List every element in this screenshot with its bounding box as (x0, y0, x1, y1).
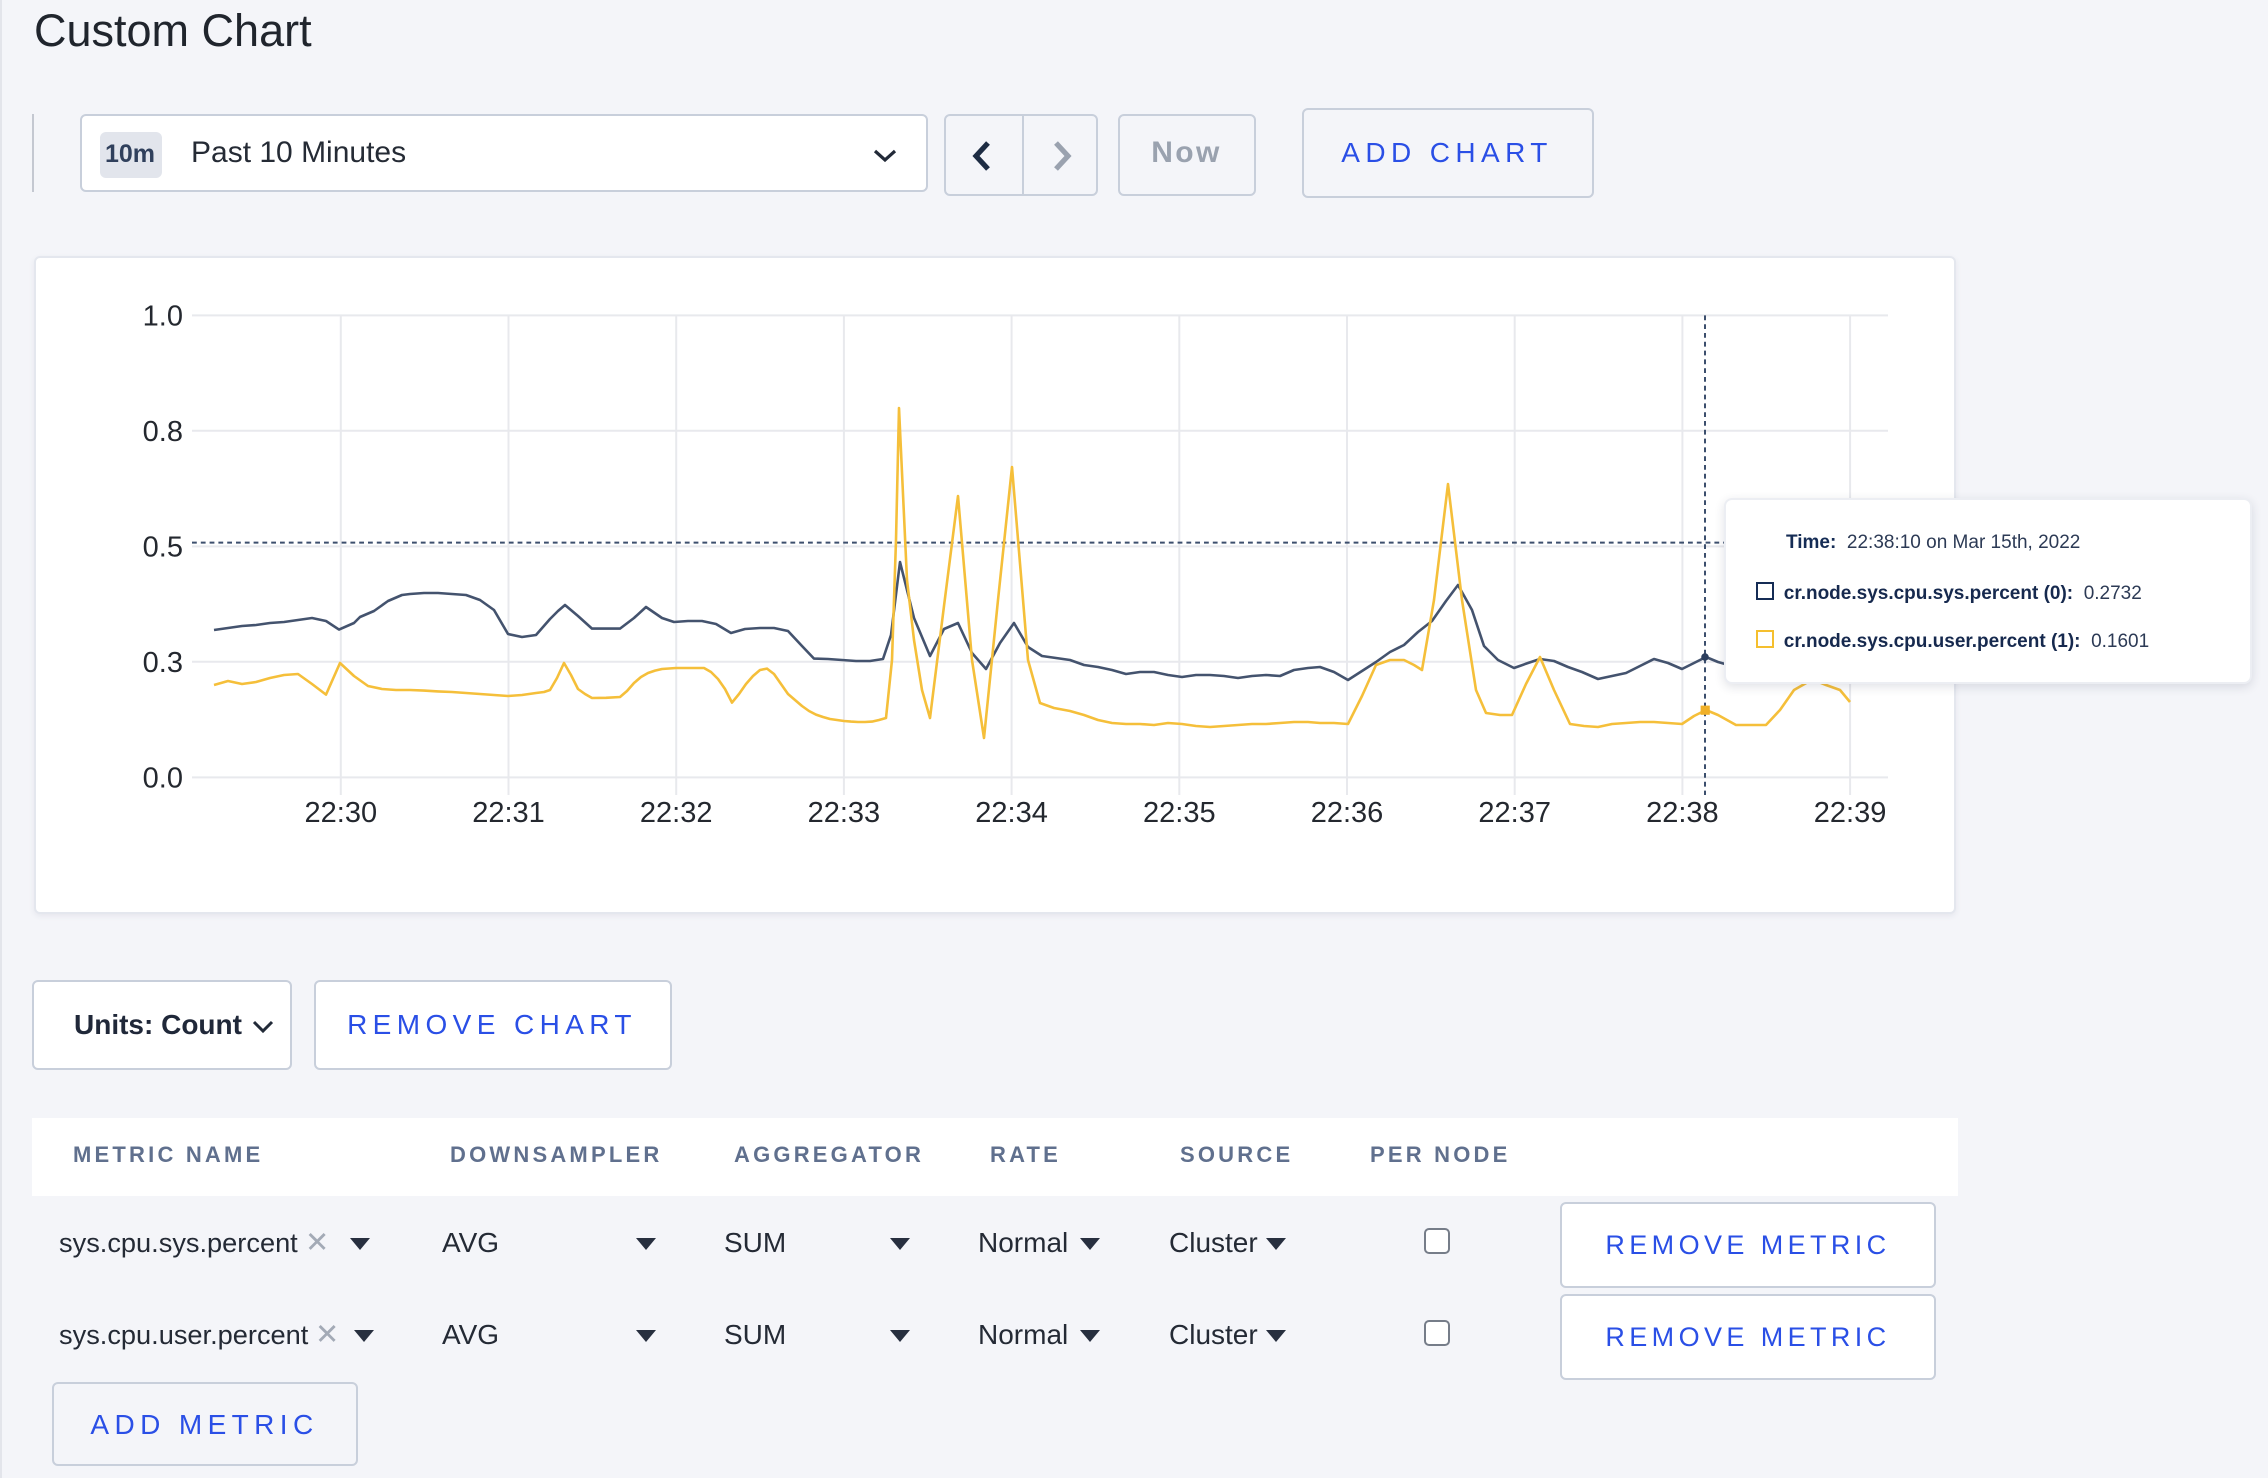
svg-text:22:37: 22:37 (1478, 797, 1551, 829)
svg-text:22:38: 22:38 (1646, 797, 1719, 829)
svg-text:22:33: 22:33 (808, 797, 881, 829)
svg-text:0.0: 0.0 (143, 762, 183, 794)
svg-text:22:35: 22:35 (1143, 797, 1216, 829)
svg-text:22:32: 22:32 (640, 797, 713, 829)
svg-text:22:31: 22:31 (472, 797, 545, 829)
svg-text:22:30: 22:30 (305, 797, 378, 829)
svg-text:0.5: 0.5 (143, 531, 183, 563)
svg-text:22:39: 22:39 (1814, 797, 1887, 829)
svg-text:0.8: 0.8 (143, 416, 183, 448)
svg-text:1.0: 1.0 (143, 300, 183, 332)
svg-text:22:34: 22:34 (975, 797, 1048, 829)
svg-text:22:36: 22:36 (1311, 797, 1384, 829)
svg-text:0.3: 0.3 (143, 647, 183, 679)
